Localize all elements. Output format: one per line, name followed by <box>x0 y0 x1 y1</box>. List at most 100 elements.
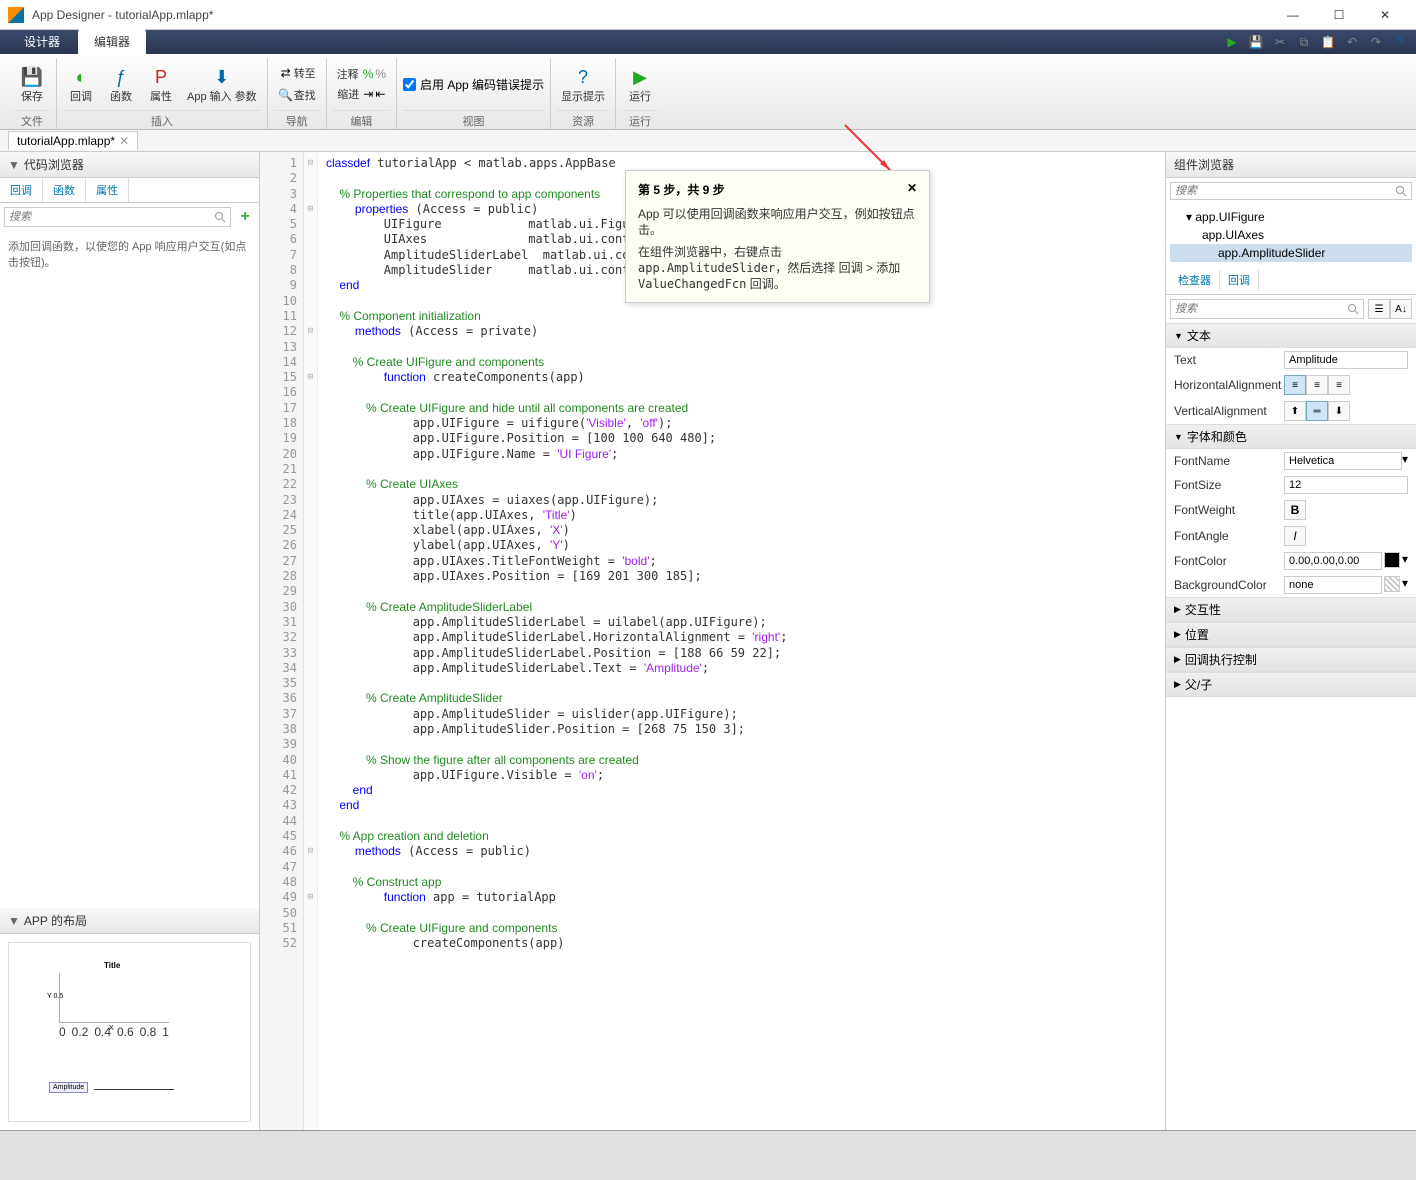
right-panel: 组件浏览器 ▾ app.UIFigure app.UIAxes app.Ampl… <box>1166 152 1416 1130</box>
tree-uifigure[interactable]: ▾ app.UIFigure <box>1170 208 1412 226</box>
left-panel: ▼代码浏览器 回调 函数 属性 + 添加回调函数，以使您的 App 响应用户交互… <box>0 152 260 1130</box>
valign-middle-button[interactable]: ═ <box>1306 401 1328 421</box>
tutorial-tooltip: 第 5 步，共 9 步 ✕ App 可以使用回调函数来响应用户交互，例如按钮点击。… <box>625 170 930 303</box>
window-title: App Designer - tutorialApp.mlapp* <box>32 8 1270 22</box>
save-icon[interactable]: 💾 <box>1248 34 1264 50</box>
callback-button[interactable]: ◐回调 <box>63 63 99 105</box>
mini-axes <box>59 973 169 1023</box>
prop-fontcolor-input[interactable] <box>1284 552 1382 570</box>
halign-center-button[interactable]: ≡ <box>1306 375 1328 395</box>
section-text[interactable]: ▼文本 <box>1166 323 1416 348</box>
save-button[interactable]: 💾保存 <box>14 63 50 105</box>
minimize-button[interactable]: — <box>1270 0 1316 30</box>
tree-uiaxes[interactable]: app.UIAxes <box>1170 226 1412 244</box>
help-icon[interactable]: ? <box>1392 34 1408 50</box>
add-callback-button[interactable]: + <box>235 207 255 227</box>
section-font[interactable]: ▼字体和颜色 <box>1166 424 1416 449</box>
property-search-input[interactable] <box>1170 299 1364 319</box>
goto-button[interactable]: ⇄转至 <box>274 63 320 83</box>
app-input-button[interactable]: ⬇App 输入 参数 <box>183 63 261 105</box>
halign-left-button[interactable]: ≡ <box>1284 375 1306 395</box>
fontweight-bold-button[interactable]: B <box>1284 500 1306 520</box>
cut-icon[interactable]: ✂ <box>1272 34 1288 50</box>
view-categorized-button[interactable]: ☰ <box>1368 299 1390 319</box>
ribbon-group-run: 运行 <box>622 110 658 129</box>
file-tab[interactable]: tutorialApp.mlapp*✕ <box>8 131 138 150</box>
bgcolor-dropdown-button[interactable]: ▾ <box>1402 576 1408 594</box>
tooltip-line2: 在组件浏览器中，右键点击 app.AmplitudeSlider，然后选择 回调… <box>638 244 917 292</box>
function-button[interactable]: ƒ函数 <box>103 63 139 105</box>
component-browser-header[interactable]: 组件浏览器 <box>1166 152 1416 178</box>
valign-bottom-button[interactable]: ⬇ <box>1328 401 1350 421</box>
layout-preview[interactable]: Title Y 0.5 X 00.20.40.60.81 Amplitude <box>8 942 251 1122</box>
subtab-callback[interactable]: 回调 <box>0 178 43 202</box>
run-icon[interactable]: ▶ <box>1224 34 1240 50</box>
tooltip-line1: App 可以使用回调函数来响应用户交互，例如按钮点击。 <box>638 206 917 238</box>
title-bar: App Designer - tutorialApp.mlapp* — ☐ ✕ <box>0 0 1416 30</box>
ribbon-group-file: 文件 <box>14 110 50 129</box>
file-tab-bar: tutorialApp.mlapp*✕ <box>0 130 1416 152</box>
prop-text-label: Text <box>1174 353 1284 367</box>
section-interactivity[interactable]: ▶交互性 <box>1166 597 1416 622</box>
subtab-property[interactable]: 属性 <box>86 178 129 202</box>
section-callback-exec[interactable]: ▶回调执行控制 <box>1166 647 1416 672</box>
halign-right-button[interactable]: ≡ <box>1328 375 1350 395</box>
prop-bgcolor-label: BackgroundColor <box>1174 578 1284 592</box>
fold-gutter[interactable]: ⊟ ⊟ ⊟ ⊟ ⊟ ⊟ <box>304 152 318 1130</box>
callback-hint: 添加回调函数，以使您的 App 响应用户交互(如点击按钮)。 <box>0 231 259 279</box>
tab-inspector[interactable]: 检查器 <box>1170 270 1220 290</box>
tab-editor[interactable]: 编辑器 <box>78 29 146 54</box>
close-tab-icon[interactable]: ✕ <box>119 134 129 148</box>
fontangle-italic-button[interactable]: I <box>1284 526 1306 546</box>
tooltip-close-button[interactable]: ✕ <box>907 181 917 198</box>
ribbon-group-resources: 资源 <box>557 110 609 129</box>
fontcolor-swatch[interactable] <box>1384 552 1400 568</box>
redo-icon[interactable]: ↷ <box>1368 34 1384 50</box>
tab-designer[interactable]: 设计器 <box>8 29 76 54</box>
property-button[interactable]: P属性 <box>143 63 179 105</box>
close-button[interactable]: ✕ <box>1362 0 1408 30</box>
ribbon-group-edit: 编辑 <box>333 110 390 129</box>
valign-top-button[interactable]: ⬆ <box>1284 401 1306 421</box>
enable-hints-checkbox[interactable]: 启用 App 编码错误提示 <box>403 76 544 93</box>
indent-button[interactable]: 缩进⇥⇤ <box>333 85 389 103</box>
mini-ticks: 00.20.40.60.81 <box>59 1025 169 1039</box>
view-alphabetical-button[interactable]: A↓ <box>1390 299 1412 319</box>
prop-fontname-input[interactable] <box>1284 452 1402 470</box>
subtab-function[interactable]: 函数 <box>43 178 86 202</box>
prop-text-input[interactable] <box>1284 351 1408 369</box>
prop-halign-label: HorizontalAlignment <box>1174 378 1284 392</box>
maximize-button[interactable]: ☐ <box>1316 0 1362 30</box>
find-button[interactable]: 🔍查找 <box>274 85 320 105</box>
section-position[interactable]: ▶位置 <box>1166 622 1416 647</box>
section-parent[interactable]: ▶父/子 <box>1166 672 1416 697</box>
tooltip-step: 第 5 步，共 9 步 <box>638 181 725 198</box>
mini-slider <box>94 1085 174 1093</box>
code-browser-header[interactable]: ▼代码浏览器 <box>0 152 259 178</box>
paste-icon[interactable]: 📋 <box>1320 34 1336 50</box>
copy-icon[interactable]: ⧉ <box>1296 34 1312 50</box>
taskbar <box>0 1130 1416 1180</box>
run-button[interactable]: ▶运行 <box>622 63 658 105</box>
prop-bgcolor-input[interactable] <box>1284 576 1382 594</box>
prop-fontangle-label: FontAngle <box>1174 529 1284 543</box>
bgcolor-swatch[interactable] <box>1384 576 1400 592</box>
fontname-dropdown-button[interactable]: ▾ <box>1402 452 1408 470</box>
main-tabstrip: 设计器 编辑器 ▶ 💾 ✂ ⧉ 📋 ↶ ↷ ? <box>0 30 1416 54</box>
ribbon-group-view: 视图 <box>403 110 544 129</box>
comment-button[interactable]: 注释%% <box>333 65 390 83</box>
prop-fontname-label: FontName <box>1174 454 1284 468</box>
layout-panel-header[interactable]: ▼APP 的布局 <box>0 908 259 934</box>
tree-amplitudeslider[interactable]: app.AmplitudeSlider <box>1170 244 1412 262</box>
component-search-input[interactable] <box>1170 182 1412 200</box>
prop-fontcolor-label: FontColor <box>1174 554 1284 568</box>
mini-title: Title <box>104 961 120 970</box>
prop-fontsize-input[interactable] <box>1284 476 1408 494</box>
ribbon-group-insert: 插入 <box>63 110 261 129</box>
component-tree: ▾ app.UIFigure app.UIAxes app.AmplitudeS… <box>1166 204 1416 266</box>
tab-callback[interactable]: 回调 <box>1220 270 1259 290</box>
fontcolor-dropdown-button[interactable]: ▾ <box>1402 552 1408 570</box>
undo-icon[interactable]: ↶ <box>1344 34 1360 50</box>
callback-search-input[interactable] <box>4 207 231 227</box>
show-hints-button[interactable]: ?显示提示 <box>557 63 609 105</box>
